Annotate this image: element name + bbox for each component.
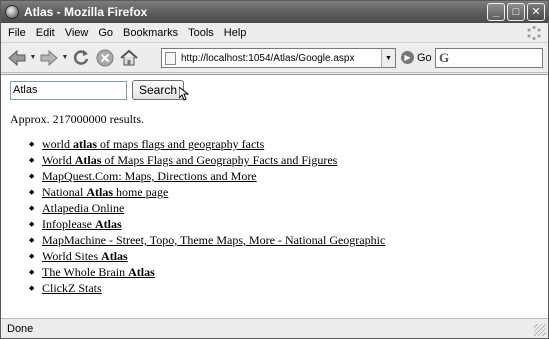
menu-edit[interactable]: Edit	[31, 27, 60, 39]
list-item: National Atlas home page	[29, 184, 539, 200]
result-link[interactable]: Infoplease Atlas	[42, 217, 122, 231]
home-icon[interactable]	[117, 46, 141, 70]
go-icon: ▶	[401, 51, 414, 64]
menu-bar: File Edit View Go Bookmarks Tools Help	[1, 23, 548, 43]
result-link[interactable]: MapMachine - Street, Topo, Theme Maps, M…	[42, 233, 385, 247]
menu-bookmarks[interactable]: Bookmarks	[118, 27, 183, 39]
stop-icon[interactable]	[93, 46, 117, 70]
result-link[interactable]: Atlapedia Online	[42, 201, 124, 215]
result-link[interactable]: ClickZ Stats	[42, 281, 102, 295]
results-list: world atlas of maps flags and geography …	[29, 136, 539, 296]
list-item: Atlapedia Online	[29, 200, 539, 216]
throbber-icon	[527, 26, 541, 40]
forward-icon[interactable]	[37, 46, 61, 70]
status-text: Done	[7, 322, 34, 335]
mouse-cursor-icon	[179, 87, 190, 101]
list-item: ClickZ Stats	[29, 280, 539, 296]
window-title: Atlas - Mozilla Firefox	[24, 5, 148, 19]
search-button[interactable]: Search	[132, 80, 190, 101]
list-item: MapQuest.Com: Maps, Directions and More	[29, 168, 539, 184]
list-item: World Atlas of Maps Flags and Geography …	[29, 152, 539, 168]
page-content: Search Approx. 217000000 results. world …	[1, 74, 548, 318]
go-button[interactable]: ▶ Go	[401, 51, 432, 64]
navigation-toolbar: ▼ ▼ http://localhost:1054/Atlas/Google.a…	[1, 43, 548, 73]
forward-dropdown-icon[interactable]: ▼	[61, 54, 69, 61]
back-icon[interactable]	[5, 46, 29, 70]
address-bar[interactable]: http://localhost:1054/Atlas/Google.aspx …	[161, 48, 396, 68]
result-link[interactable]: MapQuest.Com: Maps, Directions and More	[42, 169, 257, 183]
result-link[interactable]: The Whole Brain Atlas	[42, 265, 155, 279]
minimize-icon[interactable]: _	[487, 3, 505, 21]
list-item: World Sites Atlas	[29, 248, 539, 264]
menu-help[interactable]: Help	[219, 27, 252, 39]
window-controls: _ □ ✕	[487, 3, 545, 21]
close-icon[interactable]: ✕	[527, 3, 545, 21]
list-item: Infoplease Atlas	[29, 216, 539, 232]
maximize-icon[interactable]: □	[507, 3, 525, 21]
browser-window: Atlas - Mozilla Firefox _ □ ✕ File Edit …	[0, 0, 549, 339]
title-bar: Atlas - Mozilla Firefox _ □ ✕	[1, 1, 548, 23]
menu-view[interactable]: View	[60, 27, 94, 39]
menu-file[interactable]: File	[3, 27, 31, 39]
result-link[interactable]: World Atlas of Maps Flags and Geography …	[42, 153, 337, 167]
menu-tools[interactable]: Tools	[183, 27, 219, 39]
list-item: The Whole Brain Atlas	[29, 264, 539, 280]
toolbar-search-box[interactable]: G	[435, 48, 543, 68]
results-count: Approx. 217000000 results.	[10, 112, 144, 126]
result-link[interactable]: World Sites Atlas	[42, 249, 128, 263]
address-input[interactable]: http://localhost:1054/Atlas/Google.aspx	[181, 53, 381, 64]
search-button-label: Search	[139, 83, 178, 97]
list-item: world atlas of maps flags and geography …	[29, 136, 539, 152]
result-link[interactable]: National Atlas home page	[42, 185, 168, 199]
result-link[interactable]: world atlas of maps flags and geography …	[42, 137, 264, 151]
resize-grip-icon[interactable]	[534, 324, 546, 336]
address-dropdown-icon[interactable]: ▼	[381, 49, 395, 67]
search-input[interactable]	[10, 80, 127, 100]
menu-go[interactable]: Go	[93, 27, 118, 39]
status-bar: Done	[1, 318, 548, 338]
back-dropdown-icon[interactable]: ▼	[29, 54, 37, 61]
reload-icon[interactable]	[69, 46, 93, 70]
page-icon	[165, 51, 176, 65]
firefox-icon	[5, 5, 19, 19]
go-label: Go	[417, 51, 432, 64]
google-icon[interactable]: G	[439, 50, 449, 66]
search-form: Search	[10, 80, 539, 101]
list-item: MapMachine - Street, Topo, Theme Maps, M…	[29, 232, 539, 248]
